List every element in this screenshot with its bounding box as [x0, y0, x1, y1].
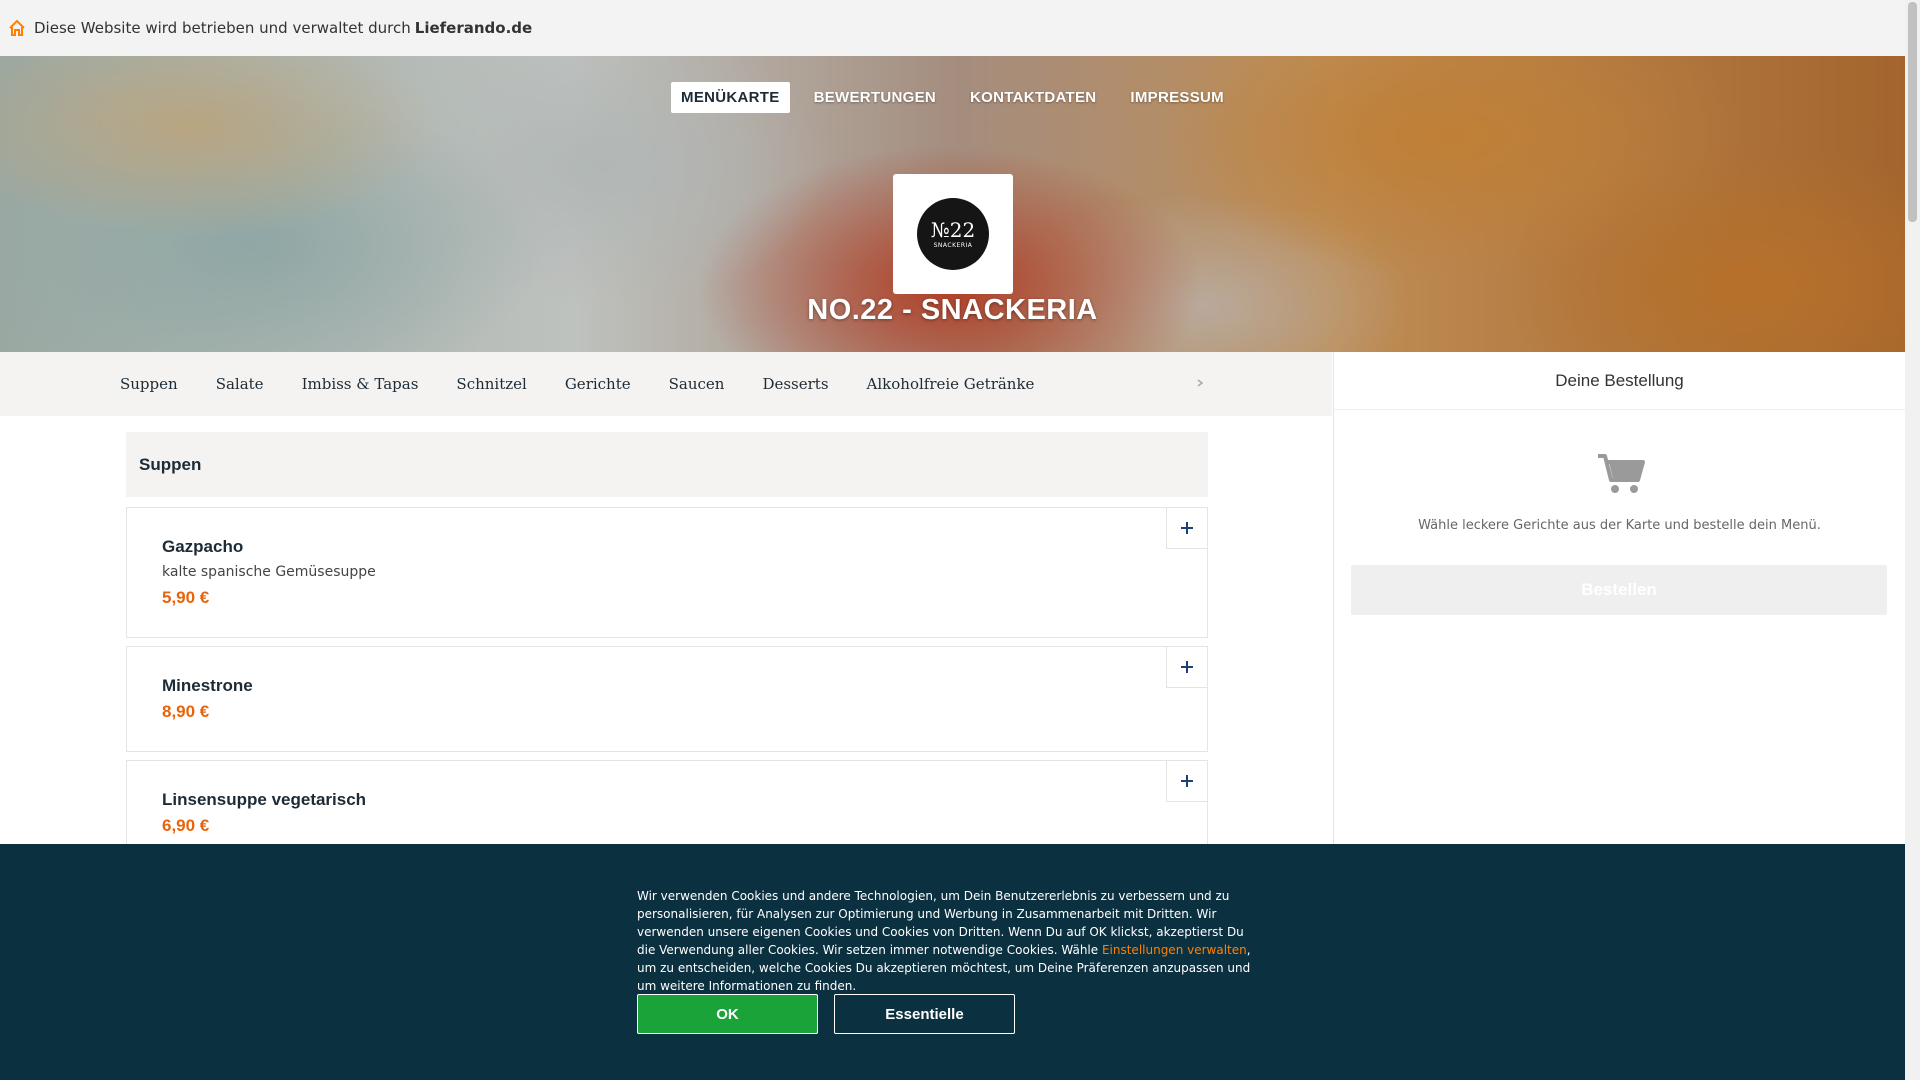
nav-kontaktdaten[interactable]: KONTAKTDATEN: [960, 82, 1106, 113]
item-price: 6,90 €: [162, 816, 210, 835]
plus-icon: [1181, 522, 1193, 534]
plus-icon: [1181, 661, 1193, 673]
item-description: kalte spanische Gemüsesuppe: [162, 564, 376, 580]
item-name: Linsensuppe vegetarisch: [162, 790, 367, 809]
plus-icon: [1181, 775, 1193, 787]
logo-subtext: SNACKERIA: [933, 241, 973, 249]
item-name: Minestrone: [162, 676, 253, 695]
logo-number: №22: [930, 217, 976, 242]
main-nav: MENÜKARTE BEWERTUNGEN KONTAKTDATEN IMPRE…: [0, 82, 1905, 113]
empty-cart-message: Wähle leckere Gerichte aus der Karte und…: [1418, 518, 1821, 533]
cookie-text: Wir verwenden Cookies und andere Technol…: [637, 887, 1262, 995]
item-price: 5,90 €: [162, 588, 210, 607]
category-nav: Suppen Salate Imbiss & Tapas Schnitzel G…: [0, 352, 1332, 416]
home-icon: [8, 19, 26, 37]
page-scrollbar[interactable]: [1905, 0, 1920, 1080]
category-alkoholfreie-getraenke[interactable]: Alkoholfreie Getränke: [867, 375, 1035, 393]
category-saucen[interactable]: Saucen: [669, 375, 725, 393]
item-name: Gazpacho: [162, 537, 244, 556]
cookie-banner: Wir verwenden Cookies und andere Technol…: [0, 844, 1905, 1080]
category-schnitzel[interactable]: Schnitzel: [456, 375, 526, 393]
order-button[interactable]: Bestellen: [1351, 565, 1887, 615]
chevron-right-icon[interactable]: [1196, 378, 1204, 388]
category-imbiss-tapas[interactable]: Imbiss & Tapas: [302, 375, 419, 393]
add-item-button[interactable]: [1166, 760, 1208, 802]
nav-menuekarte[interactable]: MENÜKARTE: [671, 82, 790, 113]
logo-badge: №22 SNACKERIA: [917, 198, 989, 270]
nav-impressum[interactable]: IMPRESSUM: [1120, 82, 1234, 113]
section-title: Suppen: [126, 432, 1208, 497]
cookie-settings-link[interactable]: Einstellungen verwalten: [1102, 943, 1247, 957]
operator-text: Diese Website wird betrieben und verwalt…: [34, 19, 411, 37]
cookie-ok-button[interactable]: OK: [637, 994, 818, 1034]
restaurant-logo: №22 SNACKERIA: [893, 174, 1013, 294]
restaurant-title: NO.22 - SNACKERIA: [807, 294, 1098, 326]
cookie-essential-button[interactable]: Essentielle: [834, 994, 1015, 1034]
scrollbar-thumb[interactable]: [1908, 2, 1917, 222]
cart-icon: [1596, 452, 1646, 496]
category-gerichte[interactable]: Gerichte: [565, 375, 631, 393]
menu-item[interactable]: Minestrone 8,90 €: [126, 646, 1208, 752]
nav-bewertungen[interactable]: BEWERTUNGEN: [804, 82, 946, 113]
category-suppen[interactable]: Suppen: [120, 375, 178, 393]
category-desserts[interactable]: Desserts: [762, 375, 828, 393]
operator-brand-link[interactable]: Lieferando.de: [415, 19, 532, 37]
operator-info-bar: Diese Website wird betrieben und verwalt…: [0, 0, 1905, 56]
category-salate[interactable]: Salate: [216, 375, 264, 393]
add-item-button[interactable]: [1166, 646, 1208, 688]
add-item-button[interactable]: [1166, 507, 1208, 549]
order-title: Deine Bestellung: [1334, 352, 1905, 410]
item-price: 8,90 €: [162, 702, 210, 721]
menu-item[interactable]: Gazpacho kalte spanische Gemüsesuppe 5,9…: [126, 507, 1208, 638]
hero-banner: MENÜKARTE BEWERTUNGEN KONTAKTDATEN IMPRE…: [0, 56, 1905, 352]
